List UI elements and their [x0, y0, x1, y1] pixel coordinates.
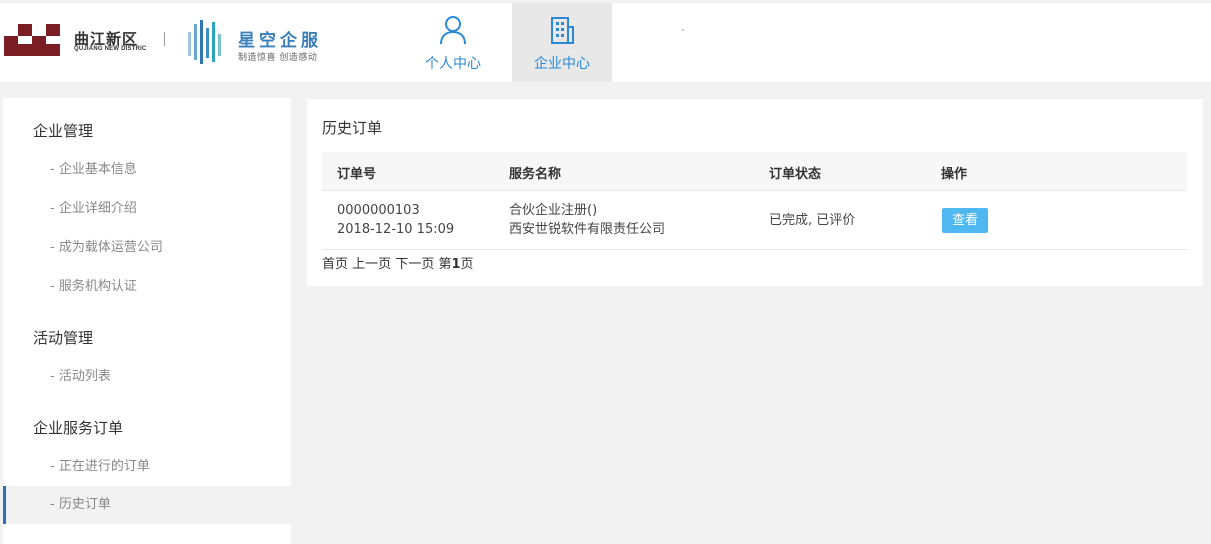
sidebar-item-history-orders[interactable]: - 历史订单 — [3, 486, 291, 524]
sidebar: 企业管理 - 企业基本信息 - 企业详细介绍 - 成为载体运营公司 - 服务机构… — [3, 98, 291, 544]
history-orders-panel: 历史订单 订单号 服务名称 订单状态 操作 0000000103 2018-12… — [307, 99, 1203, 286]
column-header-order-status: 订单状态 — [769, 167, 822, 182]
tab-personal-center[interactable]: 个人中心 — [403, 3, 503, 82]
column-header-order-no: 订单号 — [337, 167, 377, 182]
column-header-service-name: 服务名称 — [509, 167, 562, 182]
user-icon — [440, 16, 466, 45]
xingkong-slogan: 制造惊喜 创造感动 — [238, 53, 318, 63]
xingkong-logo[interactable]: 星空企服 制造惊喜 创造感动 — [186, 18, 336, 66]
service-company: 西安世锐软件有限责任公司 — [509, 222, 666, 237]
tab-company-center[interactable]: 企业中心 — [512, 3, 612, 82]
header: 曲江新区 QUJIANG NEW DISTRIC 星空企服 制造惊喜 创造感动 … — [0, 0, 1211, 82]
sidebar-item-activity-list[interactable]: - 活动列表 — [3, 358, 291, 396]
sidebar-item-ongoing-orders[interactable]: - 正在进行的订单 — [3, 448, 291, 486]
service-name: 合伙企业注册() — [509, 203, 598, 218]
order-number: 0000000103 — [337, 203, 420, 218]
pager-prefix: 第 — [438, 257, 452, 272]
sidebar-group-activity-management: 活动管理 — [33, 329, 94, 347]
xingkong-name: 星空企服 — [238, 31, 322, 51]
pagination: 首页 上一页 下一页 第1页 — [322, 253, 474, 272]
pager-page-number: 1 — [451, 257, 461, 272]
qujiang-subtitle: QUJIANG NEW DISTRIC — [74, 46, 147, 52]
table-row: 0000000103 2018-12-10 15:09 合伙企业注册() 西安世… — [322, 191, 1187, 250]
sidebar-item-company-detail[interactable]: - 企业详细介绍 — [3, 190, 291, 228]
pager-current-page: 第1页 — [438, 257, 473, 272]
sidebar-group-company-management: 企业管理 — [33, 122, 94, 140]
qujiang-logo[interactable]: 曲江新区 QUJIANG NEW DISTRIC — [4, 24, 164, 58]
sidebar-item-service-org-certification[interactable]: - 服务机构认证 — [3, 268, 291, 306]
tab-company-center-label: 企业中心 — [534, 56, 590, 72]
page-title: 历史订单 — [322, 119, 383, 137]
building-icon — [551, 17, 574, 44]
decorative-dot — [682, 29, 684, 31]
xingkong-logo-bars-icon — [188, 20, 221, 64]
qujiang-logo-mark-icon — [4, 24, 60, 56]
view-order-button[interactable]: 查看 — [942, 208, 988, 233]
logo-divider — [164, 32, 165, 46]
pager-prev-link[interactable]: 上一页 — [352, 257, 391, 272]
pager-suffix: 页 — [460, 257, 474, 272]
pager-first-link[interactable]: 首页 — [322, 257, 348, 272]
tab-personal-center-label: 个人中心 — [425, 56, 481, 72]
sidebar-item-become-carrier-operator[interactable]: - 成为载体运营公司 — [3, 229, 291, 267]
order-datetime: 2018-12-10 15:09 — [337, 222, 455, 237]
column-header-action: 操作 — [941, 167, 968, 182]
order-status: 已完成, 已评价 — [769, 213, 856, 228]
sidebar-item-company-basic-info[interactable]: - 企业基本信息 — [3, 151, 291, 189]
table-header: 订单号 服务名称 订单状态 操作 — [322, 152, 1187, 191]
sidebar-group-service-orders: 企业服务订单 — [33, 419, 124, 437]
pager-next-link[interactable]: 下一页 — [395, 257, 434, 272]
